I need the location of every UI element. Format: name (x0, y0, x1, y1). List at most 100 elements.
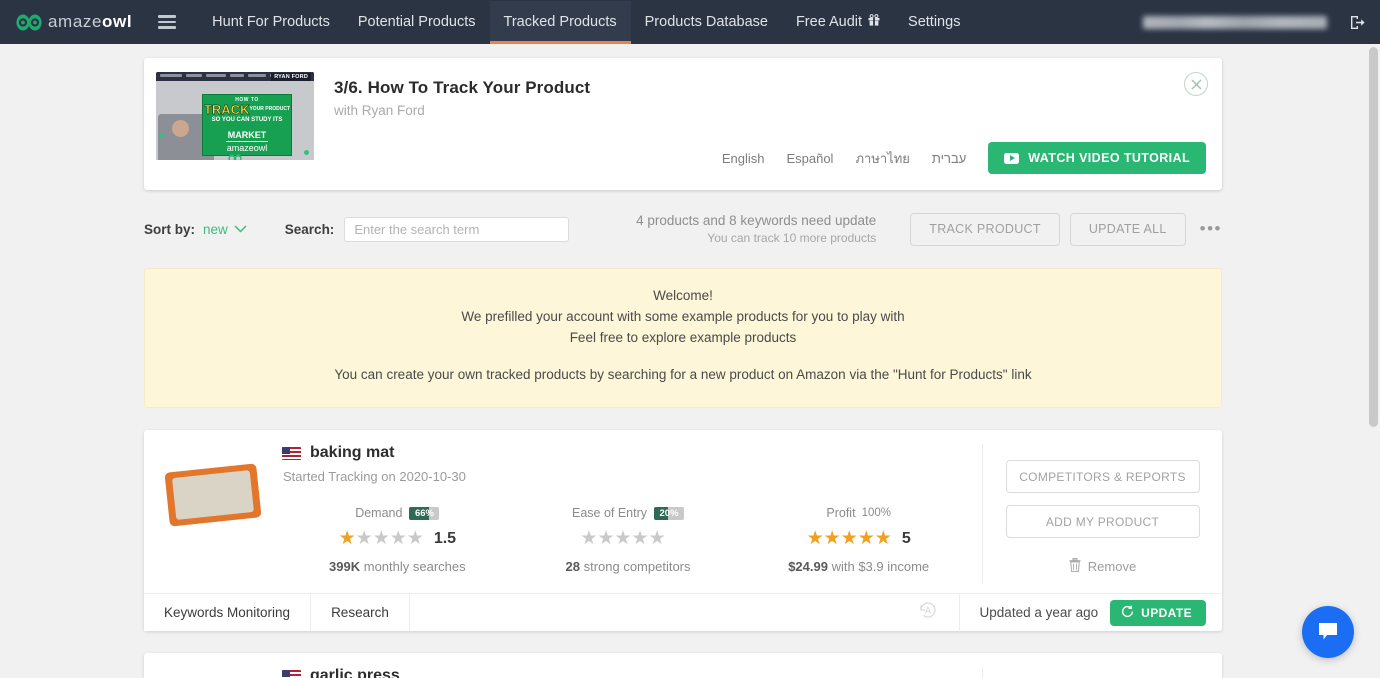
banner-subtitle: with Ryan Ford (334, 103, 425, 118)
metric-ease-of-entry: Ease of Entry 20% ★ ★ ★ ★ ★ 28 strong co… (513, 506, 744, 574)
welcome-banner: Welcome! We prefilled your account with … (144, 268, 1222, 408)
metric-demand-score: 1.5 (433, 529, 457, 547)
sort-by-value[interactable]: new (203, 222, 228, 237)
add-my-product-button[interactable]: ADD MY PRODUCT (1005, 505, 1200, 538)
welcome-line-4: You can create your own tracked products… (334, 367, 1032, 382)
list-toolbar: Sort by: new Search: 4 products and 8 ke… (144, 212, 1222, 246)
product-tracking-date: Started Tracking on 2020-10-30 (283, 469, 466, 484)
thumbnail-line4: MARKET (225, 130, 269, 142)
metric-demand: Demand 66% ★ ★ ★ ★ ★ 1.5 399K monthly se… (282, 506, 513, 574)
language-espanol[interactable]: Español (786, 151, 833, 166)
gift-icon (868, 13, 880, 30)
metric-profit-unit: with $3.9 income (831, 559, 930, 574)
product-header: baking mat (282, 444, 974, 462)
nav-item-tracked-products[interactable]: Tracked Products (489, 0, 631, 44)
nav-label: Potential Products (357, 13, 476, 30)
star-empty: ★ (389, 528, 407, 549)
us-flag-icon (282, 669, 301, 678)
thumbnail-line3: SO YOU CAN STUDY ITS (211, 117, 283, 123)
star-empty: ★ (355, 528, 373, 549)
search-input[interactable] (344, 216, 570, 242)
logout-icon[interactable] (1349, 14, 1366, 31)
metric-demand-unit: monthly searches (363, 559, 466, 574)
star-filled: ★ (874, 528, 892, 549)
nav-label: Hunt For Products (212, 13, 330, 30)
product-name[interactable]: baking mat (310, 444, 394, 462)
tab-keywords-monitoring[interactable]: Keywords Monitoring (144, 594, 312, 631)
video-tutorial-banner: RYAN FORD HOW TO TRACKYOUR PRODUCT SO YO… (144, 58, 1222, 190)
last-updated-text: Updated a year ago (958, 593, 1098, 632)
nav-label: Settings (908, 13, 961, 30)
scrollbar-thumb[interactable] (1369, 47, 1378, 427)
app-logo[interactable]: amazeowl (16, 12, 132, 32)
metric-ease-unit: strong competitors (583, 559, 691, 574)
nav-label: Tracked Products (503, 13, 617, 30)
nav-item-settings[interactable]: Settings (894, 1, 974, 44)
update-status: 4 products and 8 keywords need update Yo… (636, 213, 876, 245)
product-actions: COMPETITORS & REPORTS ADD MY PRODUCT (982, 667, 1222, 678)
metric-profit-detail: $24.99 with $3.9 income (743, 559, 974, 574)
competitors-and-reports-button[interactable]: COMPETITORS & REPORTS (1005, 460, 1200, 493)
metric-ease-badge: 20% (654, 506, 685, 520)
update-product-button[interactable]: UPDATE (1110, 599, 1206, 626)
search-label: Search: (284, 221, 335, 237)
product-name[interactable]: garlic press (310, 667, 400, 678)
product-card-main: garlic press Started Tracking on 2020-10… (144, 653, 1222, 678)
metric-profit: Profit 100% ★ ★ ★ ★ ★ 5 $24.99 with $3.9… (743, 506, 974, 574)
close-icon[interactable] (1184, 72, 1208, 96)
language-english[interactable]: English (722, 151, 765, 166)
welcome-spacer (165, 348, 1201, 364)
remove-product-button[interactable]: Remove (1069, 557, 1136, 575)
product-thumbnail[interactable] (144, 444, 282, 583)
nav-item-free-audit[interactable]: Free Audit (782, 1, 894, 44)
product-card-baking-mat: baking mat Started Tracking on 2020-10-3… (144, 430, 1222, 632)
thumbnail-dot (304, 150, 309, 155)
thumbnail-brand-tag: RYAN FORD (271, 73, 311, 81)
sort-by-label: Sort by: (144, 221, 196, 237)
update-all-button[interactable]: UPDATE ALL (1069, 212, 1186, 246)
page-content: RYAN FORD HOW TO TRACKYOUR PRODUCT SO YO… (0, 44, 1366, 678)
footer-right-group: A Updated a year ago UPDATE (917, 593, 1222, 632)
more-options-icon[interactable]: ••• (1200, 220, 1222, 237)
nav-right-group (1143, 14, 1380, 31)
content-wrapper: RYAN FORD HOW TO TRACKYOUR PRODUCT SO YO… (144, 58, 1222, 678)
nav-item-potential-products[interactable]: Potential Products (344, 1, 490, 44)
svg-text:A: A (925, 606, 931, 616)
tab-research[interactable]: Research (311, 594, 410, 631)
chat-bubble-icon[interactable] (1302, 606, 1354, 658)
language-hebrew[interactable]: עברית (932, 151, 966, 166)
metric-demand-stars: ★ ★ ★ ★ ★ 1.5 (282, 529, 513, 548)
star-empty: ★ (597, 528, 615, 549)
metric-ease-header: Ease of Entry 20% (513, 506, 744, 520)
page-scroll-area: RYAN FORD HOW TO TRACKYOUR PRODUCT SO YO… (0, 44, 1380, 678)
account-email[interactable] (1143, 15, 1327, 29)
video-thumbnail[interactable]: RYAN FORD HOW TO TRACKYOUR PRODUCT SO YO… (156, 72, 314, 160)
product-actions: COMPETITORS & REPORTS ADD MY PRODUCT (982, 444, 1222, 583)
metric-demand-value: 399K (329, 559, 361, 574)
nav-item-products-database[interactable]: Products Database (631, 1, 782, 44)
us-flag-icon (282, 446, 301, 460)
hamburger-icon[interactable] (158, 12, 177, 32)
trash-icon (1069, 557, 1088, 575)
page-scrollbar[interactable] (1367, 44, 1380, 678)
metric-profit-value: $24.99 (788, 559, 828, 574)
watch-video-tutorial-button[interactable]: WATCH VIDEO TUTORIAL (988, 142, 1206, 174)
product-thumbnail[interactable] (144, 667, 282, 678)
product-details: baking mat Started Tracking on 2020-10-3… (282, 444, 982, 583)
star-empty: ★ (580, 528, 598, 549)
track-product-button[interactable]: TRACK PRODUCT (910, 212, 1060, 246)
thumbnail-line5: amazeowl (226, 143, 268, 153)
owl-logo-icon (16, 14, 42, 31)
nav-label: Products Database (644, 13, 768, 30)
metric-profit-header: Profit 100% (743, 506, 974, 520)
chevron-down-icon[interactable] (234, 220, 247, 238)
star-empty: ★ (648, 528, 666, 549)
thumbnail-green-panel: HOW TO TRACKYOUR PRODUCT SO YOU CAN STUD… (202, 94, 292, 156)
auto-refresh-icon[interactable]: A (917, 599, 939, 626)
play-icon (1004, 152, 1020, 164)
star-empty: ★ (372, 528, 390, 549)
metric-demand-label: Demand (355, 506, 403, 520)
update-button-label: UPDATE (1141, 605, 1192, 620)
nav-item-hunt-for-products[interactable]: Hunt For Products (198, 1, 344, 44)
language-thai[interactable]: ภาษาไทย (855, 148, 909, 169)
